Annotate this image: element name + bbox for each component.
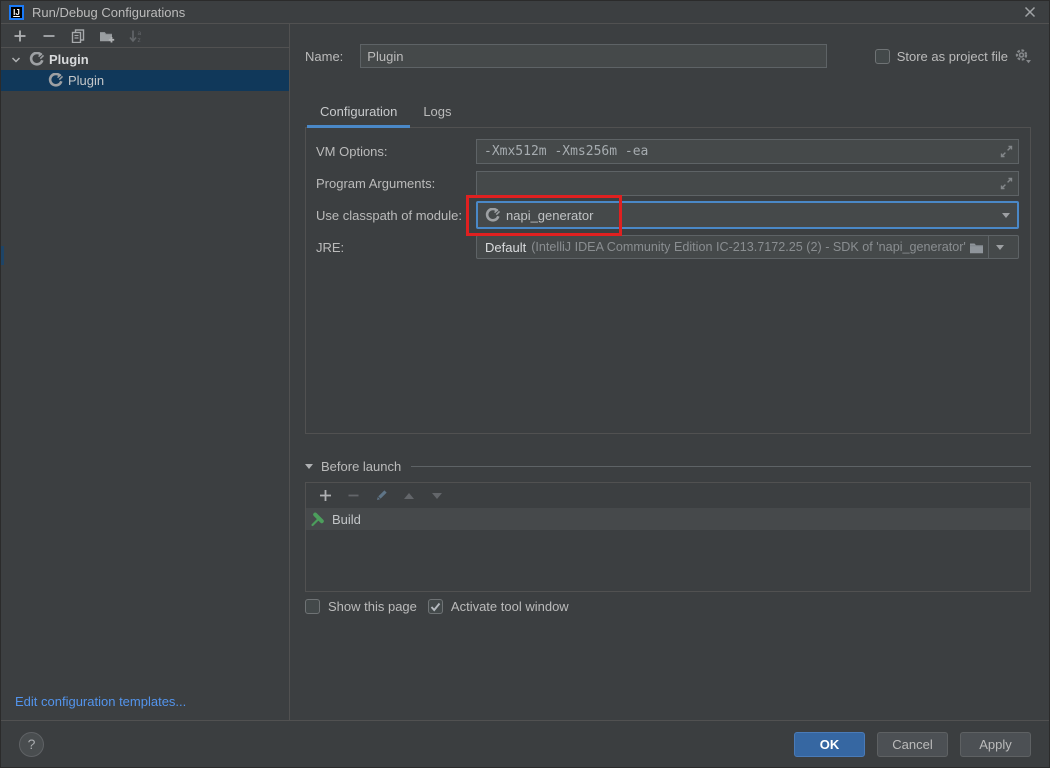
name-input[interactable] [360,44,827,68]
task-label: Build [332,512,361,527]
chevron-down-icon [1002,213,1010,218]
before-launch-header[interactable]: Before launch [305,458,1031,475]
jdk-folder-icon [969,241,984,254]
expand-editor-icon[interactable] [1000,177,1013,190]
jre-combobox[interactable]: Default (IntelliJ IDEA Community Edition… [476,235,1019,259]
tree-item-plugin-selected[interactable]: Plugin [1,70,289,91]
tree-item-plugin-group[interactable]: Plugin [1,49,289,70]
remove-task-icon[interactable] [345,488,361,504]
before-launch-box: Build [305,482,1031,592]
before-launch-title: Before launch [321,459,401,474]
module-combobox[interactable]: napi_generator [476,201,1019,229]
name-label: Name: [305,49,343,64]
show-this-page-group[interactable]: Show this page [305,599,417,614]
activate-tool-window-group[interactable]: Activate tool window [428,599,569,614]
configuration-editor-panel: Name: Store as project file Configuratio… [290,24,1049,720]
gear-icon[interactable] [1014,48,1031,64]
configuration-tab-content: VM Options: Program Arguments: [305,127,1031,434]
jre-value-secondary: (IntelliJ IDEA Community Edition IC-213.… [531,240,966,254]
run-debug-configurations-dialog: IJ Run/Debug Configurations [0,0,1050,768]
show-this-page-checkbox[interactable] [305,599,320,614]
plugin-icon [29,52,44,67]
move-up-icon[interactable] [401,488,417,504]
window-title: Run/Debug Configurations [32,5,185,20]
help-button[interactable]: ? [19,732,44,757]
vm-options-input[interactable] [476,139,1019,164]
program-arguments-label: Program Arguments: [316,176,476,191]
program-arguments-input[interactable] [476,171,1019,196]
program-arguments-row: Program Arguments: [316,171,1019,196]
tree-item-label: Plugin [49,52,89,67]
title-bar: IJ Run/Debug Configurations [1,1,1049,24]
chevron-down-icon [996,245,1004,250]
module-classpath-label: Use classpath of module: [316,208,476,223]
before-launch-toolbar [306,483,1030,508]
copy-configuration-icon[interactable] [70,28,86,44]
show-this-page-label: Show this page [328,599,417,614]
collapse-triangle-icon[interactable] [305,464,313,469]
before-launch-rule [411,466,1031,467]
vm-options-field-wrap [476,139,1019,164]
apply-button[interactable]: Apply [960,732,1031,757]
sort-configurations-icon[interactable]: az [128,28,144,44]
tab-configuration[interactable]: Configuration [307,99,410,127]
jre-value-primary: Default [485,240,526,255]
jre-row: JRE: Default (IntelliJ IDEA Community Ed… [316,235,1019,259]
add-task-icon[interactable] [317,488,333,504]
store-as-project-file-label: Store as project file [897,49,1008,64]
dialog-body: az Plugin Plugin [1,24,1049,720]
remove-configuration-icon[interactable] [41,28,57,44]
add-configuration-icon[interactable] [12,28,28,44]
activate-tool-window-checkbox[interactable] [428,599,443,614]
edit-configuration-templates-link[interactable]: Edit configuration templates... [15,694,186,709]
plugin-icon [48,73,63,88]
configurations-sidebar: az Plugin Plugin [1,24,290,720]
vm-options-label: VM Options: [316,144,476,159]
tree-item-label: Plugin [68,73,104,88]
scroll-edge-marker [1,246,4,265]
cancel-button[interactable]: Cancel [877,732,948,757]
jre-combobox-wrap: Default (IntelliJ IDEA Community Edition… [476,235,1019,259]
plugin-module-icon [485,208,500,223]
module-classpath-row: Use classpath of module: napi_generator [316,201,1019,229]
jre-dropdown-button[interactable] [988,236,1011,258]
program-arguments-field-wrap [476,171,1019,196]
edit-task-icon[interactable] [373,488,389,504]
expand-editor-icon[interactable] [1000,145,1013,158]
configurations-tree: Plugin Plugin [1,48,289,91]
store-as-project-file-checkbox[interactable] [875,49,890,64]
activate-tool-window-label: Activate tool window [451,599,569,614]
tab-logs[interactable]: Logs [410,99,464,127]
hammer-icon [310,511,326,527]
ok-button[interactable]: OK [794,732,865,757]
close-icon[interactable] [1019,3,1041,21]
svg-text:a: a [137,30,141,37]
chevron-down-icon[interactable] [11,55,21,65]
page-options-row: Show this page Activate tool window [305,599,1031,614]
new-folder-icon[interactable] [99,28,115,44]
svg-text:z: z [137,37,140,43]
store-as-project-file-group[interactable]: Store as project file [875,48,1031,64]
jre-label: JRE: [316,240,476,255]
module-combobox-value: napi_generator [506,208,593,223]
dialog-footer: ? OK Cancel Apply [1,720,1049,767]
move-down-icon[interactable] [429,488,445,504]
module-combobox-wrap: napi_generator [476,201,1019,229]
name-row: Name: Store as project file [305,44,1031,68]
before-launch-task-build[interactable]: Build [306,508,1030,530]
intellij-logo-icon: IJ [9,5,24,20]
configuration-tabs: Configuration Logs [305,99,1031,127]
vm-options-row: VM Options: [316,139,1019,164]
sidebar-toolbar: az [1,24,289,48]
